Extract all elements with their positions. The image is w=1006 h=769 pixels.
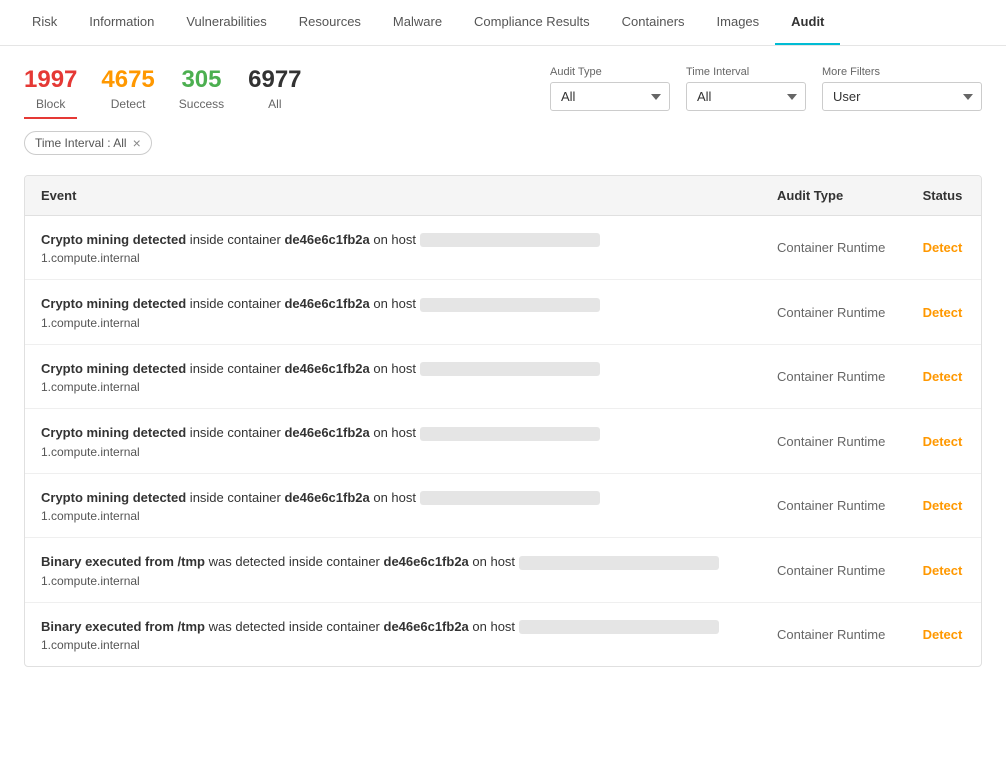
audit-table-container: Event Audit Type Status Crypto mining de…	[24, 175, 982, 668]
status-cell: Detect	[907, 538, 981, 603]
active-filters-row: Time Interval : All ×	[0, 123, 1006, 167]
event-cell: Crypto mining detected inside container …	[25, 473, 761, 538]
status-cell: Detect	[907, 280, 981, 345]
audit-type-cell: Container Runtime	[761, 602, 907, 666]
stat-all[interactable]: 6977 All	[248, 66, 301, 119]
table-row[interactable]: Crypto mining detected inside container …	[25, 215, 981, 280]
table-row[interactable]: Binary executed from /tmp was detected i…	[25, 602, 981, 666]
time-interval-label: Time Interval	[686, 66, 806, 78]
audit-type-cell: Container Runtime	[761, 280, 907, 345]
event-cell: Crypto mining detected inside container …	[25, 344, 761, 409]
col-status: Status	[907, 176, 981, 216]
col-audit-type: Audit Type	[761, 176, 907, 216]
status-cell: Detect	[907, 215, 981, 280]
audit-type-select[interactable]: All	[550, 82, 670, 111]
more-filters-label: More Filters	[822, 66, 982, 78]
event-cell: Crypto mining detected inside container …	[25, 215, 761, 280]
nav-tabs: RiskInformationVulnerabilitiesResourcesM…	[0, 0, 1006, 46]
audit-type-cell: Container Runtime	[761, 538, 907, 603]
time-interval-tag-text: Time Interval : All	[35, 136, 127, 150]
status-cell: Detect	[907, 473, 981, 538]
table-row[interactable]: Crypto mining detected inside container …	[25, 280, 981, 345]
stat-success-label: Success	[179, 97, 224, 111]
stat-detect-value: 4675	[101, 66, 154, 95]
audit-type-cell: Container Runtime	[761, 215, 907, 280]
event-cell: Binary executed from /tmp was detected i…	[25, 538, 761, 603]
table-row[interactable]: Crypto mining detected inside container …	[25, 409, 981, 474]
filters-area: Audit Type All Time Interval All More Fi…	[550, 66, 982, 115]
nav-tab-malware[interactable]: Malware	[377, 0, 458, 45]
status-cell: Detect	[907, 602, 981, 666]
time-interval-tag-close[interactable]: ×	[133, 136, 141, 150]
status-cell: Detect	[907, 344, 981, 409]
nav-tab-resources[interactable]: Resources	[283, 0, 377, 45]
stats-and-filters-row: 1997 Block 4675 Detect 305 Success 6977 …	[0, 46, 1006, 123]
stat-success[interactable]: 305 Success	[179, 66, 224, 119]
stats-group: 1997 Block 4675 Detect 305 Success 6977 …	[24, 66, 302, 119]
nav-tab-compliance-results[interactable]: Compliance Results	[458, 0, 606, 45]
audit-type-cell: Container Runtime	[761, 344, 907, 409]
nav-tab-risk[interactable]: Risk	[16, 0, 73, 45]
table-row[interactable]: Crypto mining detected inside container …	[25, 344, 981, 409]
event-cell: Crypto mining detected inside container …	[25, 409, 761, 474]
nav-tab-containers[interactable]: Containers	[606, 0, 701, 45]
audit-type-cell: Container Runtime	[761, 409, 907, 474]
col-event: Event	[25, 176, 761, 216]
nav-tab-images[interactable]: Images	[701, 0, 776, 45]
audit-type-filter: Audit Type All	[550, 66, 670, 111]
table-row[interactable]: Binary executed from /tmp was detected i…	[25, 538, 981, 603]
time-interval-filter: Time Interval All	[686, 66, 806, 111]
status-cell: Detect	[907, 409, 981, 474]
time-interval-tag: Time Interval : All ×	[24, 131, 152, 155]
stat-all-label: All	[268, 97, 281, 111]
stat-detect-label: Detect	[111, 97, 146, 111]
user-filter-select[interactable]: User	[822, 82, 982, 111]
table-header-row: Event Audit Type Status	[25, 176, 981, 216]
audit-type-label: Audit Type	[550, 66, 670, 78]
nav-tab-audit[interactable]: Audit	[775, 0, 840, 45]
table-row[interactable]: Crypto mining detected inside container …	[25, 473, 981, 538]
audit-type-cell: Container Runtime	[761, 473, 907, 538]
event-cell: Binary executed from /tmp was detected i…	[25, 602, 761, 666]
stat-detect[interactable]: 4675 Detect	[101, 66, 154, 119]
more-filters-group: More Filters User	[822, 66, 982, 111]
time-interval-select[interactable]: All	[686, 82, 806, 111]
stat-block[interactable]: 1997 Block	[24, 66, 77, 119]
event-cell: Crypto mining detected inside container …	[25, 280, 761, 345]
nav-tab-vulnerabilities[interactable]: Vulnerabilities	[170, 0, 282, 45]
stat-block-label: Block	[36, 97, 65, 111]
stat-block-value: 1997	[24, 66, 77, 95]
stat-success-value: 305	[181, 66, 221, 95]
nav-tab-information[interactable]: Information	[73, 0, 170, 45]
audit-table: Event Audit Type Status Crypto mining de…	[25, 176, 981, 667]
stat-all-value: 6977	[248, 66, 301, 95]
